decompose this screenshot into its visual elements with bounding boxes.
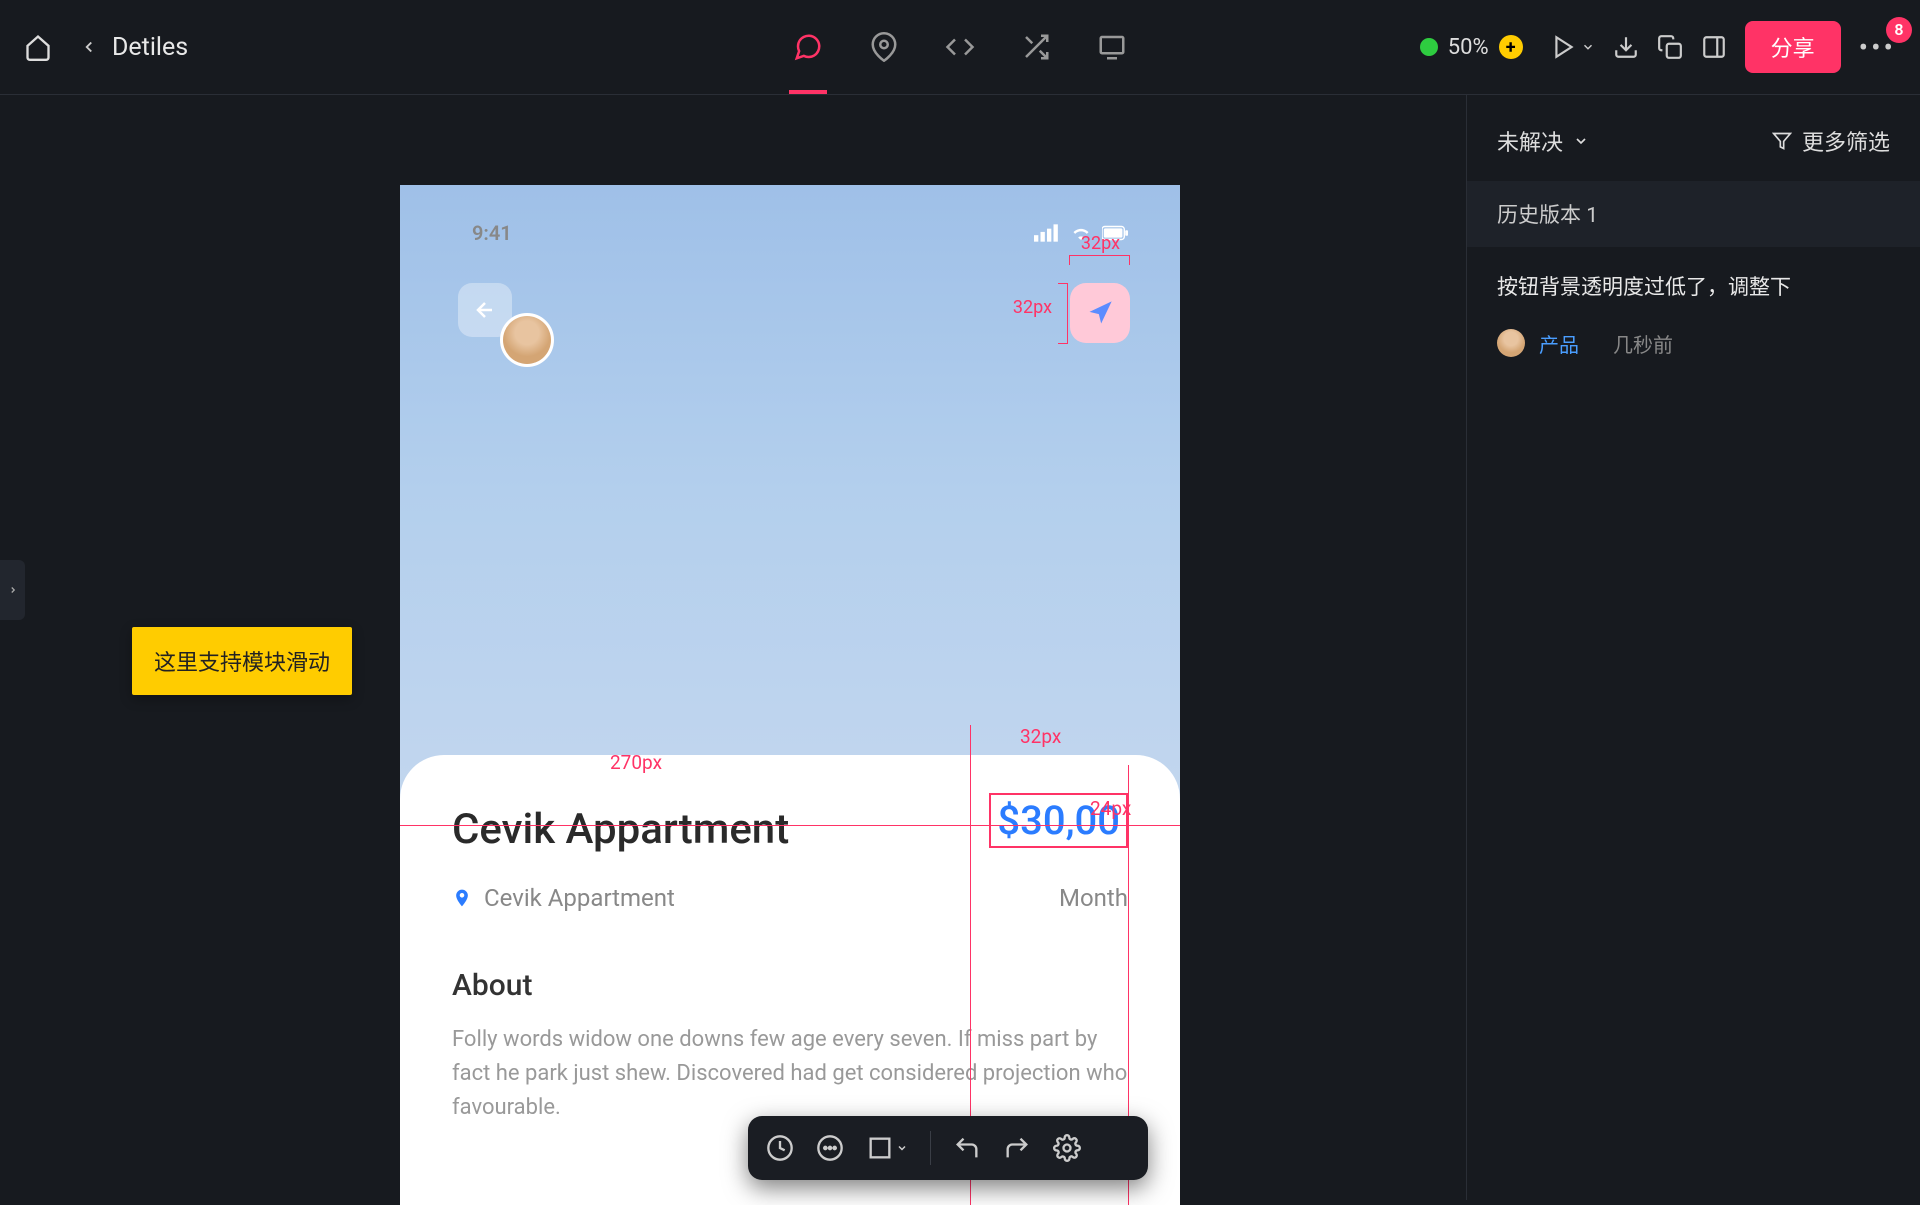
back-button[interactable]: Detiles <box>80 33 188 62</box>
comments-sidebar: 未解决 更多筛选 历史版本 1 按钮背景透明度过低了，调整下 产品 几秒前 <box>1466 95 1920 1200</box>
copy-icon[interactable] <box>1657 34 1683 60</box>
play-icon <box>1551 34 1577 60</box>
undo-icon[interactable] <box>953 1134 981 1162</box>
pin-tool[interactable] <box>869 32 899 62</box>
topbar-left: Detiles <box>24 33 188 62</box>
sidebar-header: 未解决 更多筛选 <box>1467 95 1920 181</box>
canvas[interactable]: 这里支持模块滑动 9:41 <box>0 95 1466 1200</box>
filter-icon <box>1772 131 1792 151</box>
measurement-line <box>400 825 1180 826</box>
zoom-value: 50% <box>1448 35 1489 60</box>
home-icon[interactable] <box>24 33 52 61</box>
present-tool[interactable] <box>1097 32 1127 62</box>
measurement-line <box>1069 255 1070 265</box>
comment-text: 按钮背景透明度过低了，调整下 <box>1497 273 1890 305</box>
comment-add-icon[interactable] <box>816 1134 844 1162</box>
comment-tool[interactable] <box>793 32 823 62</box>
measurement-label: 32px <box>1013 297 1052 318</box>
tool-tabs <box>793 32 1127 62</box>
measurement-label: 32px <box>1020 725 1061 748</box>
avatar[interactable] <box>500 313 554 367</box>
measurement-line <box>1067 283 1068 343</box>
measurement-label: 32px <box>1081 233 1120 254</box>
redo-icon[interactable] <box>1003 1134 1031 1162</box>
zoom-plus-icon[interactable]: + <box>1499 35 1523 59</box>
page-title: Detiles <box>112 33 188 62</box>
shuffle-tool[interactable] <box>1021 32 1051 62</box>
square-icon <box>866 1134 894 1162</box>
arrow-left-icon <box>473 298 497 322</box>
chevron-down-icon <box>1581 40 1595 54</box>
phone-frame: 9:41 32px 32px Cevik Appartment $30,00 <box>400 185 1180 1205</box>
share-button[interactable]: 分享 <box>1745 21 1841 73</box>
settings-icon[interactable] <box>1053 1134 1081 1162</box>
more-filter-button[interactable]: 更多筛选 <box>1772 125 1890 157</box>
download-icon[interactable] <box>1613 34 1639 60</box>
measurement-label: 270px <box>610 751 662 774</box>
notification-badge: 8 <box>1886 17 1912 43</box>
measurement-line <box>1058 283 1068 284</box>
navigation-icon <box>1086 299 1114 327</box>
comment-item[interactable]: 按钮背景透明度过低了，调整下 产品 几秒前 <box>1467 247 1920 384</box>
comment-time: 几秒前 <box>1613 329 1673 358</box>
measurement-line <box>1058 343 1068 344</box>
card-location: Cevik Appartment <box>452 884 675 912</box>
filter-label: 未解决 <box>1497 125 1563 157</box>
measurement-line <box>1070 255 1130 256</box>
history-icon[interactable] <box>766 1134 794 1162</box>
pin-icon <box>452 886 472 910</box>
about-description: Folly words widow one downs few age ever… <box>452 1023 1128 1125</box>
comment-avatar <box>1497 329 1525 357</box>
more-menu[interactable]: ••• 8 <box>1859 31 1896 64</box>
chevron-left-icon <box>80 38 98 56</box>
play-button[interactable] <box>1551 34 1595 60</box>
history-section-label[interactable]: 历史版本 1 <box>1467 181 1920 247</box>
status-dot-icon <box>1420 38 1438 56</box>
separator <box>930 1131 931 1165</box>
card-location-text: Cevik Appartment <box>484 884 675 912</box>
chevron-down-icon <box>896 1142 908 1154</box>
measurement-line <box>1129 255 1130 265</box>
comment-user: 产品 <box>1539 329 1579 358</box>
floating-toolbar <box>748 1116 1148 1180</box>
comment-meta: 产品 几秒前 <box>1497 329 1890 358</box>
card-period: Month <box>1059 884 1128 912</box>
code-tool[interactable] <box>945 32 975 62</box>
more-filter-label: 更多筛选 <box>1802 125 1890 157</box>
topbar-right: 50% + 分享 ••• 8 <box>1420 21 1896 73</box>
phone-send-button[interactable] <box>1070 283 1130 343</box>
signal-icon <box>1034 223 1060 243</box>
filter-dropdown[interactable]: 未解决 <box>1497 125 1589 157</box>
annotation-note[interactable]: 这里支持模块滑动 <box>132 627 352 695</box>
measurement-label: 24px <box>1090 797 1131 820</box>
shape-tool[interactable] <box>866 1134 908 1162</box>
chevron-down-icon <box>1573 133 1589 149</box>
status-time: 9:41 <box>472 221 512 245</box>
phone-statusbar: 9:41 <box>400 203 1180 245</box>
zoom-control[interactable]: 50% + <box>1420 35 1523 60</box>
panel-icon[interactable] <box>1701 34 1727 60</box>
about-label: About <box>452 968 1128 1003</box>
topbar: Detiles 50% + 分享 ••• 8 <box>0 0 1920 95</box>
